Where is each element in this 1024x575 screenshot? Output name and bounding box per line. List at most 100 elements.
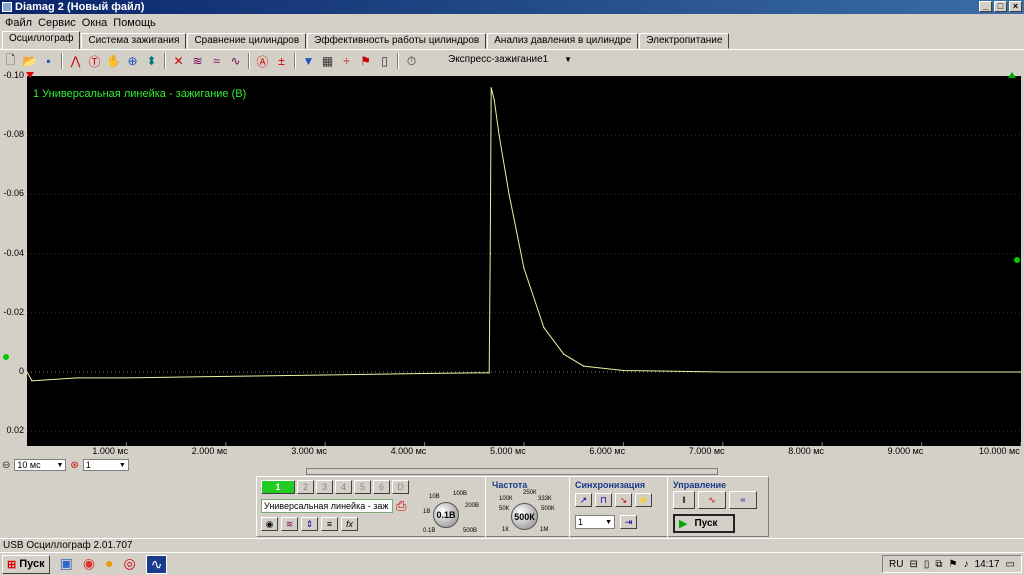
start-button[interactable]: ⊞ Пуск [2, 554, 50, 574]
document-icon[interactable]: ▯ [376, 53, 393, 70]
grid-icon[interactable]: ▦ [319, 53, 336, 70]
explorer-icon[interactable]: ▣ [60, 555, 73, 574]
y-tick-label: -0.10 [3, 70, 24, 80]
zero-offset-icon[interactable]: ± [273, 53, 290, 70]
tab-ignition-system[interactable]: Система зажигания [81, 33, 187, 49]
sync-channel-select[interactable]: 1 ▼ [575, 515, 615, 529]
right-marker-icon[interactable] [1008, 72, 1016, 78]
volt-mark: 10В [429, 494, 440, 500]
security-icon[interactable]: ⚑ [949, 559, 958, 570]
zero-level-marker-icon[interactable] [3, 354, 9, 360]
probe-select[interactable]: Универсальная линейка - заж [261, 499, 393, 513]
multi-waves-icon[interactable]: ∿ [227, 53, 244, 70]
waveform-point [489, 253, 491, 255]
status-bar: USB Осциллограф 2.01.707 [0, 538, 1024, 552]
volume-icon[interactable]: ♪ [964, 559, 969, 570]
channel-button-6[interactable]: 6 [373, 480, 390, 494]
frequency-title: Частота [492, 480, 528, 490]
y-tick-label: -0.02 [3, 306, 24, 317]
timebase-select[interactable]: 10 мс ▼ [14, 459, 67, 471]
single-wave-icon[interactable]: ∿ [698, 491, 726, 509]
waveform-point [76, 377, 78, 379]
chrome-icon[interactable]: ◉ [83, 555, 95, 574]
tab-cylinder-efficiency[interactable]: Эффективность работы цилиндров [307, 33, 487, 49]
x-tick-label: 7.000 мс [688, 446, 725, 456]
autoscale-icon[interactable]: ⬍ [143, 53, 160, 70]
continuous-wave-icon[interactable]: ≈ [729, 491, 757, 509]
filter-icon[interactable]: ▼ [300, 53, 317, 70]
channel-button-3[interactable]: 3 [316, 480, 333, 494]
freq-mark: 1М [540, 527, 549, 533]
volt-knob[interactable]: 0.1В [433, 502, 459, 528]
usb-icon[interactable]: ⊟ [910, 559, 918, 570]
left-marker-icon[interactable] [26, 72, 34, 78]
menu-service[interactable]: Сервис [35, 17, 79, 29]
waves-icon[interactable]: ≋ [189, 53, 206, 70]
horizontal-scrollbar[interactable] [306, 468, 718, 475]
flag-icon[interactable]: ⚑ [357, 53, 374, 70]
channel-select[interactable]: 1 ▼ [82, 459, 129, 471]
channel-button-5[interactable]: 5 [354, 480, 371, 494]
sync-rising-icon[interactable]: ↗ [575, 493, 592, 507]
channel-button-d[interactable]: D [392, 480, 409, 494]
volt-mark: 100В [453, 491, 468, 497]
probe-icon[interactable]: ◉ [261, 517, 278, 531]
waveform-point [523, 267, 525, 269]
sync-center-icon[interactable]: ⇥ [620, 515, 637, 529]
invert-icon[interactable]: ≋ [281, 517, 298, 531]
plot-area[interactable]: 1 Универсальная линейка - зажигание (В) [26, 75, 1022, 446]
lines-icon[interactable]: ≡ [321, 517, 338, 531]
maximize-button[interactable]: □ [994, 1, 1007, 12]
taskbar: ⊞ Пуск ▣ ◉ ● ◎ ∿ RU ⊟ ▯ ⧉ ⚑ ♪ 14:17 ▭ [0, 552, 1024, 575]
save-icon[interactable]: ▪ [40, 53, 57, 70]
show-desktop-icon[interactable]: ▭ [1006, 559, 1015, 570]
channel-sel-icon: ⊛ [70, 459, 79, 471]
open-folder-icon[interactable]: 📂 [21, 53, 38, 70]
close-button[interactable]: × [1009, 1, 1022, 12]
volt-mark: 200В [465, 503, 480, 509]
mode-select[interactable]: Экспресс-зажигание1 ▼ [420, 53, 576, 68]
auto-measure-icon[interactable]: Ⓐ [254, 53, 271, 70]
language-indicator[interactable]: RU [889, 559, 903, 570]
sync-auto-icon[interactable]: ⚡ [635, 493, 652, 507]
timer-icon[interactable]: ⏱ [403, 53, 420, 70]
device-icon[interactable]: ▯ [924, 559, 930, 570]
start-button[interactable]: ▶ Пуск [673, 514, 735, 533]
clock[interactable]: 14:17 [975, 559, 1000, 570]
hand-pan-icon[interactable]: ✋ [105, 53, 122, 70]
cross-icon[interactable]: ✕ [170, 53, 187, 70]
overlay-waves-icon[interactable]: ≈ [208, 53, 225, 70]
zoom-icon[interactable]: ⊕ [124, 53, 141, 70]
function-icon[interactable]: fx [341, 517, 358, 531]
cursor-marker-icon[interactable]: Ⓣ [86, 53, 103, 70]
probe-settings-icon[interactable]: ⎙ [396, 498, 406, 514]
menu-file[interactable]: Файл [2, 17, 35, 29]
channel-button-1[interactable]: 1 [261, 480, 295, 494]
channel-button-4[interactable]: 4 [335, 480, 352, 494]
waveform-point [583, 365, 585, 367]
peak-marker-icon[interactable]: ⋀ [67, 53, 84, 70]
menu-help[interactable]: Помощь [110, 17, 159, 29]
network-icon[interactable]: ⧉ [935, 559, 942, 570]
diamag-task-icon[interactable]: ∿ [145, 554, 168, 574]
waveform-point [473, 372, 475, 374]
tab-cylinder-compare[interactable]: Сравнение цилиндров [187, 33, 307, 49]
freq-mark: 1К [502, 527, 509, 533]
vertical-move-icon[interactable]: ⇕ [301, 517, 318, 531]
pause-icon[interactable]: ‖ [673, 491, 695, 509]
sync-falling-icon[interactable]: ↘ [615, 493, 632, 507]
browser-icon[interactable]: ● [105, 555, 113, 574]
new-file-icon[interactable]: 🗋 [2, 53, 19, 70]
y-tick-label: -0.06 [3, 188, 24, 199]
minimize-button[interactable]: _ [979, 1, 992, 12]
tab-pressure-analysis[interactable]: Анализ давления в цилиндре [487, 33, 639, 49]
right-level-marker-icon[interactable] [1014, 257, 1020, 263]
menu-windows[interactable]: Окна [79, 17, 111, 29]
frequency-knob[interactable]: 500К [511, 503, 538, 530]
split-icon[interactable]: ÷ [338, 53, 355, 70]
tab-oscilloscope[interactable]: Осциллограф [2, 31, 81, 49]
tab-power-supply[interactable]: Электропитание [639, 33, 730, 49]
opera-icon[interactable]: ◎ [124, 555, 136, 574]
channel-button-2[interactable]: 2 [297, 480, 314, 494]
sync-pulse-icon[interactable]: ⊓ [595, 493, 612, 507]
